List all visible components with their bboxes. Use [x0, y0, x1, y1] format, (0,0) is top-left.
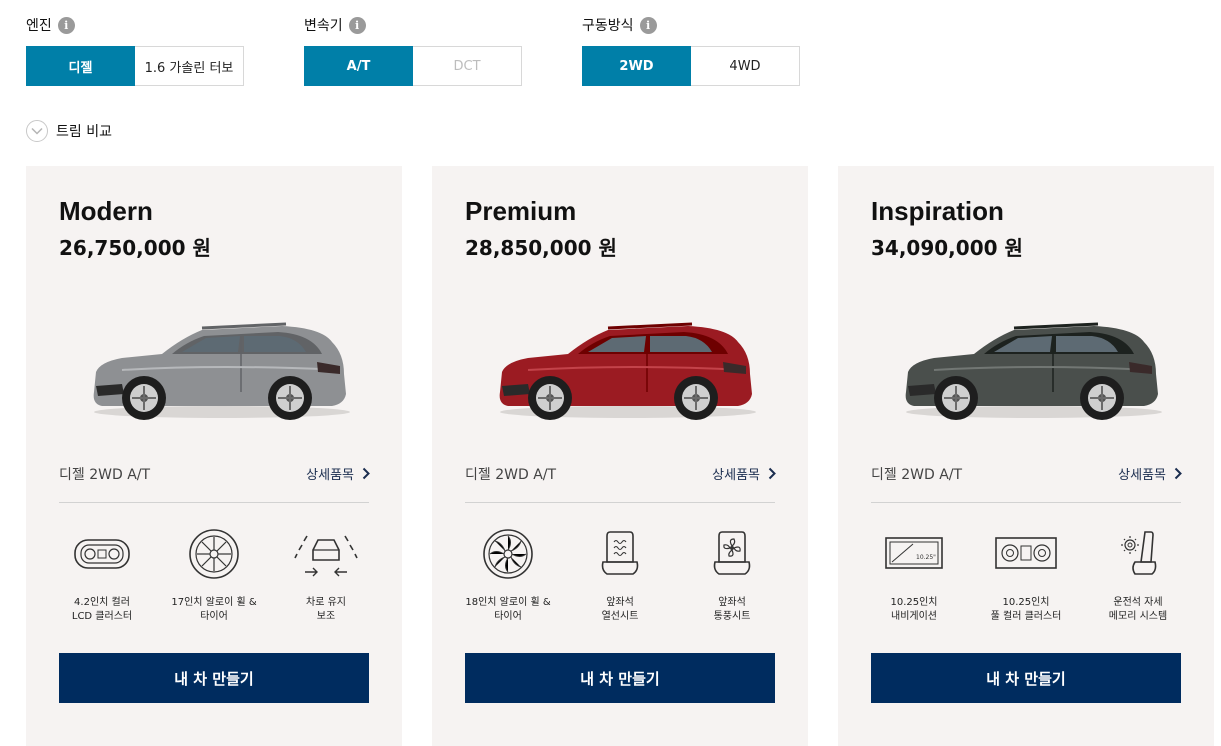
divider — [871, 502, 1181, 503]
alloy-wheel-17-icon — [189, 529, 239, 579]
full-color-cluster-icon — [995, 537, 1057, 569]
engine-label-text: 엔진 — [26, 18, 52, 34]
divider — [465, 502, 775, 503]
transmission-option-dct[interactable]: DCT — [413, 46, 522, 86]
feature-label: 운전석 자세 메모리 시스템 — [1108, 597, 1168, 622]
trim-card-inspiration: Inspiration 34,090,000 원 디젤 2WD A/T 상세품목 — [838, 166, 1214, 746]
feature-label: 차로 유지 보조 — [306, 597, 346, 622]
feature-item: 10.25" 10.25인치 내비게이션 — [864, 528, 964, 624]
trim-name: Modern — [59, 196, 153, 226]
chevron-right-icon — [768, 467, 776, 480]
trim-card-premium: Premium 28,850,000 원 디젤 2WD A/T 상세품목 18인… — [432, 166, 808, 746]
feature-label: 10.25인치 풀 컬러 클러스터 — [990, 597, 1062, 622]
trim-compare-label: 트림 비교 — [56, 124, 112, 140]
detail-items-link[interactable]: 상세품목 — [1118, 464, 1182, 483]
build-my-car-button[interactable]: 내 차 만들기 — [59, 653, 369, 703]
feature-item: 앞좌석 통풍시트 — [682, 528, 782, 624]
feature-label: 4.2인치 컬러 LCD 클러스터 — [71, 597, 133, 622]
feature-label: 18인치 알로이 휠 & 타이어 — [465, 597, 551, 622]
navigation-icon: 10.25" — [885, 537, 943, 569]
drive-filter: 구동방식 i 2WD 4WD — [582, 14, 800, 86]
transmission-option-at[interactable]: A/T — [304, 46, 413, 86]
divider — [59, 502, 369, 503]
drive-filter-label: 구동방식 i — [582, 14, 800, 36]
trim-spec: 디젤 2WD A/T — [59, 467, 151, 483]
info-icon[interactable]: i — [639, 16, 657, 34]
feature-item: 4.2인치 컬러 LCD 클러스터 — [52, 528, 152, 624]
engine-option-diesel[interactable]: 디젤 — [26, 46, 135, 86]
feature-label: 앞좌석 열선시트 — [601, 597, 639, 622]
info-icon[interactable]: i — [348, 16, 366, 34]
drive-label-text: 구동방식 — [582, 18, 634, 34]
engine-option-gasoline-turbo[interactable]: 1.6 가솔린 터보 — [135, 46, 244, 86]
trim-price: 28,850,000 원 — [465, 236, 617, 260]
feature-label: 앞좌석 통풍시트 — [713, 597, 751, 622]
car-image — [499, 322, 756, 420]
chevron-down-circle-icon — [26, 120, 48, 142]
transmission-filter: 변속기 i A/T DCT — [304, 14, 522, 86]
build-my-car-button[interactable]: 내 차 만들기 — [465, 653, 775, 703]
detail-items-link[interactable]: 상세품목 — [712, 464, 776, 483]
chevron-right-icon — [362, 467, 370, 480]
detail-items-label: 상세품목 — [306, 468, 354, 483]
build-my-car-button[interactable]: 내 차 만들기 — [871, 653, 1181, 703]
trim-compare-toggle[interactable]: 트림 비교 — [26, 120, 112, 142]
info-icon[interactable]: i — [57, 16, 75, 34]
drive-segmented-control: 2WD 4WD — [582, 46, 800, 86]
feature-label: 17인치 알로이 휠 & 타이어 — [171, 597, 257, 622]
feature-item: 운전석 자세 메모리 시스템 — [1088, 528, 1188, 624]
detail-items-label: 상세품목 — [1118, 468, 1166, 483]
transmission-label-text: 변속기 — [304, 18, 343, 34]
alloy-wheel-18-icon — [483, 529, 533, 579]
trim-name: Premium — [465, 196, 577, 226]
nav-screen-text: 10.25" — [916, 554, 936, 561]
trim-price: 34,090,000 원 — [871, 236, 1023, 260]
trim-price: 26,750,000 원 — [59, 236, 211, 260]
trim-spec: 디젤 2WD A/T — [871, 467, 963, 483]
feature-item: 10.25인치 풀 컬러 클러스터 — [976, 528, 1076, 624]
lcd-cluster-icon — [74, 539, 130, 569]
drive-option-4wd[interactable]: 4WD — [691, 46, 800, 86]
car-image — [905, 322, 1162, 420]
feature-label: 10.25인치 내비게이션 — [890, 597, 938, 622]
trim-spec: 디젤 2WD A/T — [465, 467, 557, 483]
transmission-segmented-control: A/T DCT — [304, 46, 522, 86]
driver-seat-memory-icon — [1121, 531, 1157, 575]
car-image — [93, 322, 350, 420]
detail-items-link[interactable]: 상세품목 — [306, 464, 370, 483]
lane-keeping-assist-icon — [294, 535, 358, 577]
feature-list: 18인치 알로이 휠 & 타이어 앞좌석 열선시트 앞좌석 통풍시트 — [452, 528, 788, 624]
feature-item: 차로 유지 보조 — [276, 528, 376, 624]
heated-seat-icon — [601, 531, 639, 575]
trim-name: Inspiration — [871, 196, 1004, 226]
feature-item: 앞좌석 열선시트 — [570, 528, 670, 624]
engine-filter-label: 엔진 i — [26, 14, 244, 36]
detail-items-label: 상세품목 — [712, 468, 760, 483]
transmission-filter-label: 변속기 i — [304, 14, 522, 36]
trim-card-modern: Modern 26,750,000 원 디젤 2WD A/T 상세품목 4.2인… — [26, 166, 402, 746]
engine-segmented-control: 디젤 1.6 가솔린 터보 — [26, 46, 244, 86]
feature-item: 18인치 알로이 휠 & 타이어 — [458, 528, 558, 624]
feature-list: 4.2인치 컬러 LCD 클러스터 17인치 알로이 휠 & 타이어 차로 유지… — [46, 528, 382, 624]
feature-list: 10.25" 10.25인치 내비게이션 10.25인치 풀 컬러 클러스터 운… — [858, 528, 1194, 624]
feature-item: 17인치 알로이 휠 & 타이어 — [164, 528, 264, 624]
engine-filter: 엔진 i 디젤 1.6 가솔린 터보 — [26, 14, 244, 86]
chevron-right-icon — [1174, 467, 1182, 480]
drive-option-2wd[interactable]: 2WD — [582, 46, 691, 86]
ventilated-seat-icon — [713, 531, 751, 575]
